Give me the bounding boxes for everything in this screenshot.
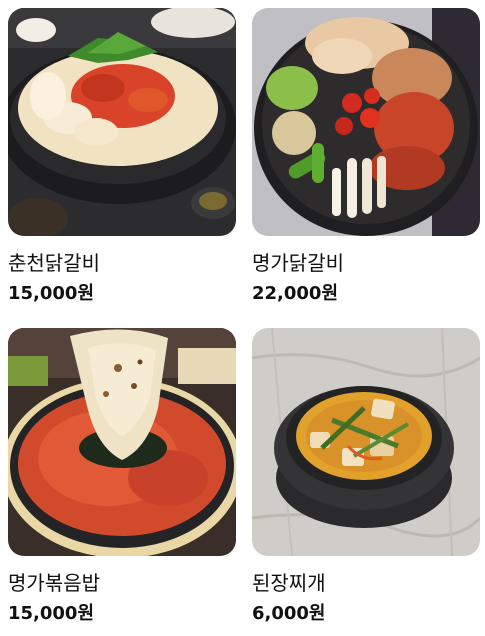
menu-item-name[interactable]: 춘천닭갈비: [8, 251, 100, 275]
menu-item[interactable]: 춘천닭갈비 15,000원: [8, 8, 238, 304]
menu-item-photo[interactable]: [8, 328, 236, 556]
menu-item-price: 6,000원: [252, 603, 326, 624]
menu-item-name[interactable]: 된장찌개: [252, 571, 326, 595]
grilled-dakgalbi-photo-icon: [252, 8, 480, 236]
menu-item-price: 15,000원: [8, 283, 95, 304]
menu-item[interactable]: 된장찌개 6,000원: [252, 328, 482, 624]
menu-item-photo[interactable]: [252, 8, 480, 236]
fried-rice-photo-icon: [8, 328, 236, 556]
doenjang-stew-photo-icon: [252, 328, 480, 556]
menu-item-name[interactable]: 명가닭갈비: [252, 251, 344, 275]
menu-item-price: 22,000원: [252, 283, 339, 304]
menu-item-price: 15,000원: [8, 603, 95, 624]
dakgalbi-photo-icon: [8, 8, 236, 236]
menu-item[interactable]: 명가볶음밥 15,000원: [8, 328, 238, 624]
menu-item-photo[interactable]: [252, 328, 480, 556]
menu-item[interactable]: 명가닭갈비 22,000원: [252, 8, 482, 304]
menu-item-name[interactable]: 명가볶음밥: [8, 571, 100, 595]
menu-item-photo[interactable]: [8, 8, 236, 236]
